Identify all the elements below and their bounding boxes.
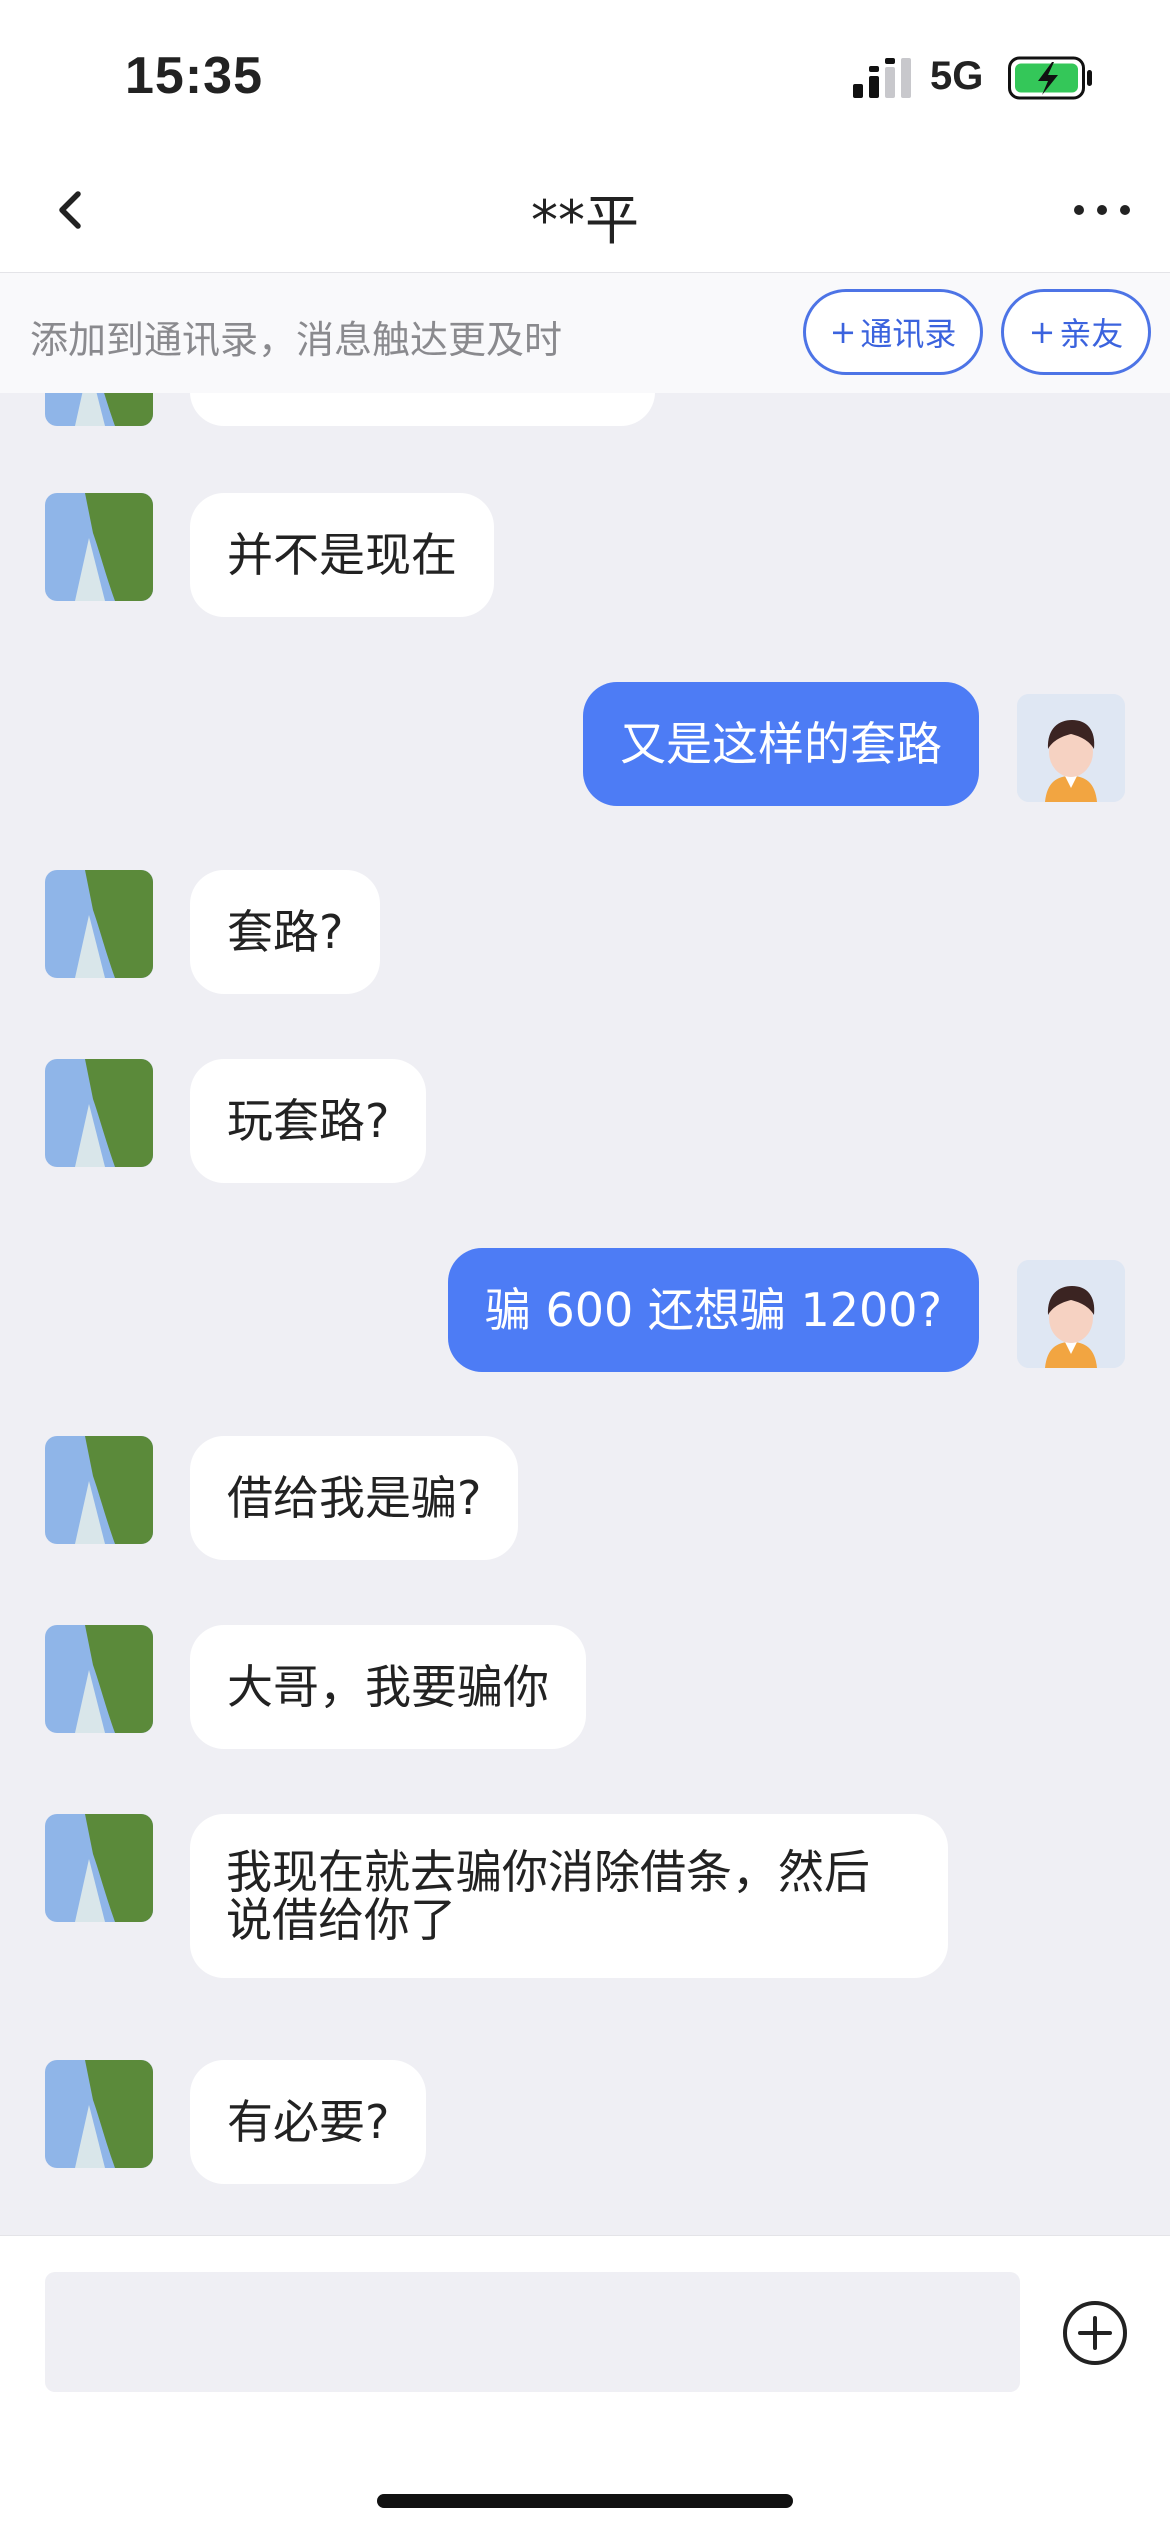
signal-icon (853, 58, 911, 98)
message-bubble[interactable]: 骗 600 还想骗 1200? (447, 1248, 979, 1372)
contact-avatar[interactable] (45, 393, 153, 426)
landscape-photo-icon (45, 393, 153, 426)
status-time: 15:35 (125, 47, 263, 105)
chat-message-list[interactable]: 并不是现在 又是这样的套路 套路? 玩套路? 骗 600 还想骗 1200? 借… (0, 393, 1170, 2235)
add-to-family-button[interactable]: + 亲友 (1001, 289, 1151, 375)
landscape-photo-icon (45, 2060, 153, 2168)
message-bubble[interactable]: 有必要? (190, 2060, 427, 2184)
contact-avatar[interactable] (45, 1625, 153, 1733)
banner-text: 添加到通讯录，消息触达更及时 (30, 318, 563, 362)
add-contact-banner: 添加到通讯录，消息触达更及时 + 通讯录 + 亲友 (0, 273, 1170, 393)
contact-avatar[interactable] (45, 1059, 153, 1167)
message-row: 有必要? (0, 2060, 1170, 2190)
user-avatar-icon (1017, 694, 1125, 802)
add-to-contacts-label: 通讯录 (860, 315, 957, 353)
message-row: 骗 600 还想骗 1200? (0, 1248, 1170, 1378)
contact-avatar[interactable] (45, 2060, 153, 2168)
message-row: 我现在就去骗你消除借条，然后说借给你了 (0, 1814, 1170, 1999)
message-bubble[interactable]: 又是这样的套路 (583, 682, 979, 806)
add-attachment-icon[interactable] (1062, 2300, 1128, 2366)
my-avatar[interactable] (1017, 1260, 1125, 1368)
message-row: 又是这样的套路 (0, 682, 1170, 812)
message-bubble[interactable]: 大哥，我要骗你 (190, 1625, 586, 1749)
message-bubble[interactable] (190, 393, 655, 426)
landscape-photo-icon (45, 1436, 153, 1544)
landscape-photo-icon (45, 1814, 153, 1922)
status-bar: 15:35 5G (0, 0, 1170, 150)
contact-avatar[interactable] (45, 493, 153, 601)
input-bar (0, 2235, 1170, 2533)
my-avatar[interactable] (1017, 694, 1125, 802)
message-row (0, 393, 1170, 426)
message-bubble[interactable]: 借给我是骗? (190, 1436, 519, 1560)
contact-avatar[interactable] (45, 1814, 153, 1922)
landscape-photo-icon (45, 1625, 153, 1733)
message-row: 玩套路? (0, 1059, 1170, 1189)
message-row: 套路? (0, 870, 1170, 1000)
network-label: 5G (930, 54, 984, 98)
message-bubble[interactable]: 我现在就去骗你消除借条，然后说借给你了 (190, 1814, 948, 1978)
landscape-photo-icon (45, 870, 153, 978)
contact-avatar[interactable] (45, 870, 153, 978)
message-row: 借给我是骗? (0, 1436, 1170, 1566)
home-indicator (377, 2494, 793, 2508)
message-bubble[interactable]: 玩套路? (190, 1059, 427, 1183)
more-dots-icon[interactable] (1070, 192, 1134, 228)
message-row: 大哥，我要骗你 (0, 1625, 1170, 1755)
add-to-contacts-button[interactable]: + 通讯录 (803, 289, 983, 375)
page-title: **平 (531, 189, 639, 252)
message-row: 并不是现在 (0, 493, 1170, 623)
nav-bar: **平 (0, 150, 1170, 273)
add-to-family-label: 亲友 (1059, 315, 1124, 353)
message-bubble[interactable]: 并不是现在 (190, 493, 494, 617)
message-bubble[interactable]: 套路? (190, 870, 381, 994)
plus-icon: + (1028, 313, 1056, 351)
battery-charging-icon (1008, 56, 1092, 100)
user-avatar-icon (1017, 1260, 1125, 1368)
message-input[interactable] (45, 2272, 1020, 2392)
plus-icon: + (829, 313, 857, 351)
landscape-photo-icon (45, 493, 153, 601)
landscape-photo-icon (45, 1059, 153, 1167)
contact-avatar[interactable] (45, 1436, 153, 1544)
